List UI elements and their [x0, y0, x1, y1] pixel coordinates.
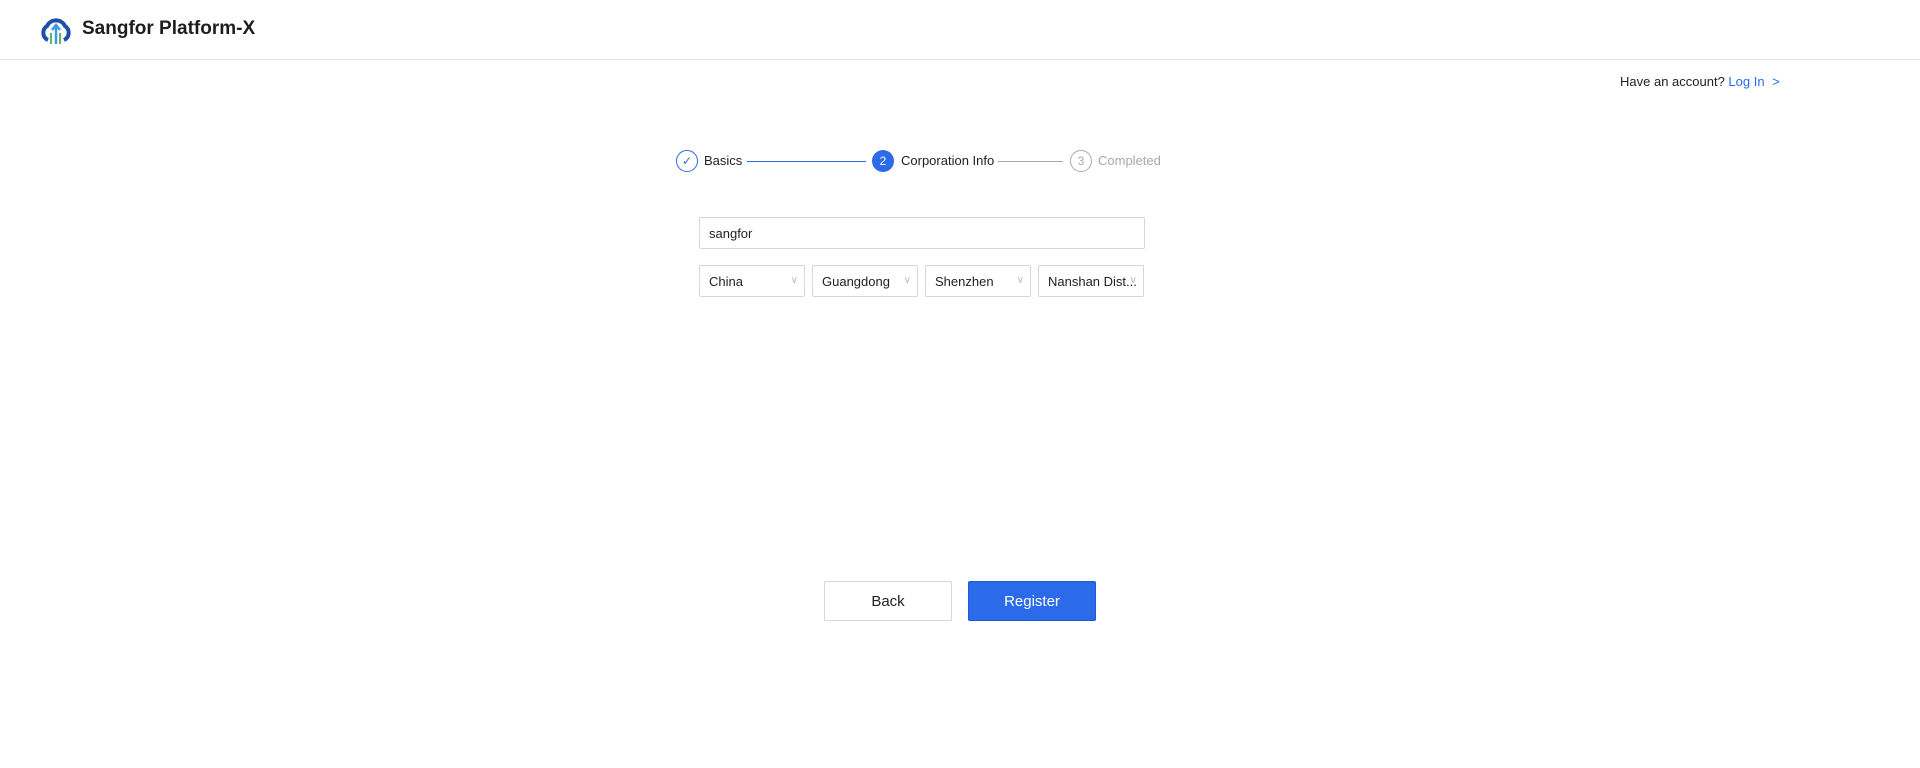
chevron-down-icon: ∨ — [903, 275, 911, 286]
back-button[interactable]: Back — [824, 581, 952, 621]
step-connector — [747, 161, 866, 162]
app-title: Sangfor Platform-X — [82, 18, 256, 39]
country-select[interactable]: China ∨ — [699, 265, 805, 297]
sangfor-logo-icon — [41, 18, 71, 44]
login-link[interactable]: Log In — [1728, 74, 1764, 89]
city-select[interactable]: Shenzhen ∨ — [925, 265, 1031, 297]
login-prompt-text: Have an account? — [1620, 74, 1725, 89]
step-completed-label: Completed — [1098, 153, 1161, 168]
step-completed-number: 3 — [1070, 150, 1092, 172]
chevron-down-icon: ∨ — [1129, 275, 1137, 286]
login-prompt: Have an account? Log In > — [1620, 74, 1780, 89]
step-corporation-label: Corporation Info — [901, 153, 995, 168]
country-value: China — [709, 273, 743, 289]
province-select[interactable]: Guangdong ∨ — [812, 265, 918, 297]
step-basics-label: Basics — [704, 153, 743, 168]
province-value: Guangdong — [822, 273, 890, 289]
chevron-right-icon[interactable]: > — [1772, 74, 1780, 89]
chevron-down-icon: ∨ — [1016, 275, 1024, 286]
step-connector — [998, 161, 1063, 162]
company-name-input[interactable]: sangfor — [699, 217, 1145, 249]
step-corporation-number: 2 — [872, 150, 894, 172]
district-value: Nanshan Dist... — [1048, 273, 1137, 289]
top-header: Sangfor Platform-X — [0, 0, 1920, 60]
register-button[interactable]: Register — [968, 581, 1096, 621]
step-basics-check-icon: ✓ — [676, 150, 698, 172]
district-select[interactable]: Nanshan Dist... ∨ — [1038, 265, 1144, 297]
chevron-down-icon: ∨ — [790, 275, 798, 286]
city-value: Shenzhen — [935, 273, 994, 289]
